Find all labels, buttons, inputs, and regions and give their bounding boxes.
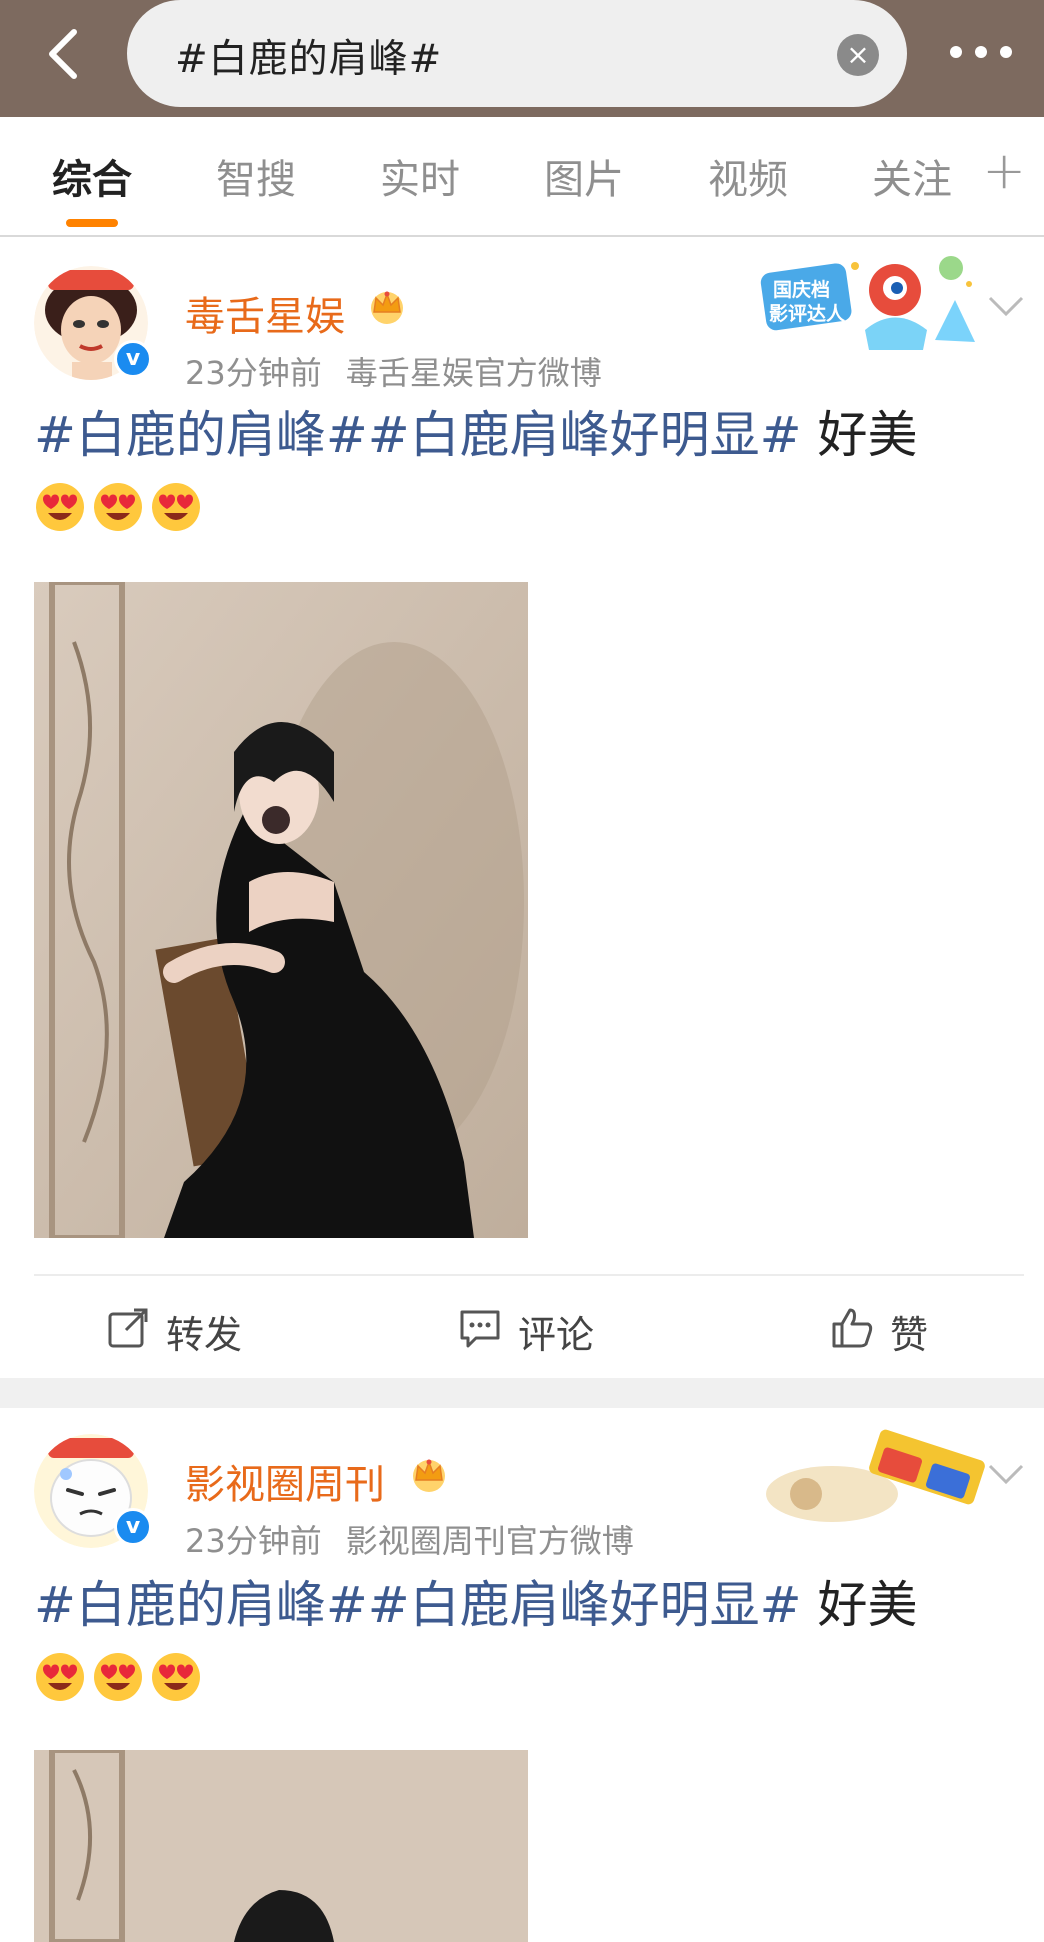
post-meta: 23分钟前 影视圈周刊官方微博 bbox=[185, 1516, 634, 1562]
badge-text-line1: 国庆档 bbox=[773, 278, 830, 301]
search-query[interactable]: #白鹿的肩峰# bbox=[175, 28, 442, 84]
tab-videos[interactable]: 视频 bbox=[708, 147, 788, 205]
add-tab-icon[interactable]: + bbox=[982, 141, 1026, 201]
comment-icon bbox=[460, 1310, 500, 1348]
search-input[interactable]: #白鹿的肩峰# × bbox=[127, 0, 907, 107]
heart-eyes-emoji-icon bbox=[94, 1652, 142, 1701]
tab-following[interactable]: 关注 bbox=[872, 147, 952, 205]
post-photo[interactable] bbox=[34, 582, 528, 1238]
post-photo[interactable] bbox=[34, 1750, 528, 1942]
repost-icon bbox=[108, 1308, 148, 1348]
more-options-icon[interactable] bbox=[946, 30, 1016, 74]
emoji-row bbox=[34, 1640, 1014, 1706]
tab-smart-search[interactable]: 智搜 bbox=[216, 147, 296, 205]
chevron-down-icon[interactable] bbox=[986, 1460, 1026, 1488]
thumbs-up-icon bbox=[832, 1308, 873, 1348]
post-separator bbox=[0, 1378, 1044, 1408]
heart-eyes-emoji-icon bbox=[36, 1652, 84, 1701]
heart-eyes-emoji-icon bbox=[152, 1652, 200, 1701]
post-time: 23分钟前 bbox=[185, 354, 322, 392]
crown-icon bbox=[408, 1454, 450, 1492]
post-source: 影视圈周刊官方微博 bbox=[345, 1522, 634, 1560]
post-body-text: 好美 bbox=[801, 406, 918, 464]
hashtag[interactable]: #白鹿的肩峰##白鹿肩峰好明显# bbox=[34, 406, 802, 464]
verified-icon: v bbox=[114, 340, 152, 378]
post-actions: 转发 评论 赞 bbox=[34, 1274, 1024, 1378]
verified-icon: v bbox=[114, 1508, 152, 1546]
post-meta: 23分钟前 毒舌星娱官方微博 bbox=[185, 348, 602, 394]
tab-bar: 综合 智搜 实时 图片 视频 关注 + bbox=[0, 117, 1044, 237]
hashtag[interactable]: #白鹿的肩峰##白鹿肩峰好明显# bbox=[34, 1576, 802, 1634]
tab-comprehensive[interactable]: 综合 bbox=[52, 147, 132, 205]
crown-icon bbox=[366, 286, 408, 324]
post-text: #白鹿的肩峰##白鹿肩峰好明显# 好美 bbox=[34, 1572, 1014, 1706]
back-arrow-icon[interactable] bbox=[40, 28, 86, 80]
comment-label: 评论 bbox=[518, 1313, 595, 1357]
post-source: 毒舌星娱官方微博 bbox=[345, 354, 602, 392]
active-tab-indicator bbox=[66, 219, 118, 227]
clear-icon[interactable]: × bbox=[837, 34, 879, 76]
username[interactable]: 毒舌星娱 bbox=[185, 284, 345, 342]
badge-text-line2: 影评达人 bbox=[769, 302, 846, 325]
post-text: #白鹿的肩峰##白鹿肩峰好明显# 好美 bbox=[34, 402, 1014, 536]
top-bar: #白鹿的肩峰# × bbox=[0, 0, 1044, 117]
like-label: 赞 bbox=[890, 1313, 929, 1357]
post-card: v 毒舌星娱 23分钟前 毒舌星娱官方微博 国庆档 影评达人 #白鹿的肩峰##白鹿… bbox=[0, 240, 1044, 1378]
tab-realtime[interactable]: 实时 bbox=[380, 147, 460, 205]
movie-reviewer-badge-icon[interactable]: 国庆档 影评达人 bbox=[755, 250, 985, 370]
post-body-text: 好美 bbox=[801, 1576, 918, 1634]
repost-label: 转发 bbox=[166, 1313, 243, 1357]
emoji-row bbox=[34, 470, 1014, 536]
heart-eyes-emoji-icon bbox=[152, 482, 200, 531]
chevron-down-icon[interactable] bbox=[986, 292, 1026, 320]
tab-pictures[interactable]: 图片 bbox=[544, 147, 624, 205]
post-time: 23分钟前 bbox=[185, 1522, 322, 1560]
3d-glasses-badge-icon[interactable] bbox=[762, 1424, 992, 1544]
heart-eyes-emoji-icon bbox=[94, 482, 142, 531]
post-card: v 影视圈周刊 23分钟前 影视圈周刊官方微博 #白鹿的肩峰##白鹿肩峰好明显# … bbox=[0, 1408, 1044, 1942]
heart-eyes-emoji-icon bbox=[36, 482, 84, 531]
username[interactable]: 影视圈周刊 bbox=[185, 1452, 385, 1510]
